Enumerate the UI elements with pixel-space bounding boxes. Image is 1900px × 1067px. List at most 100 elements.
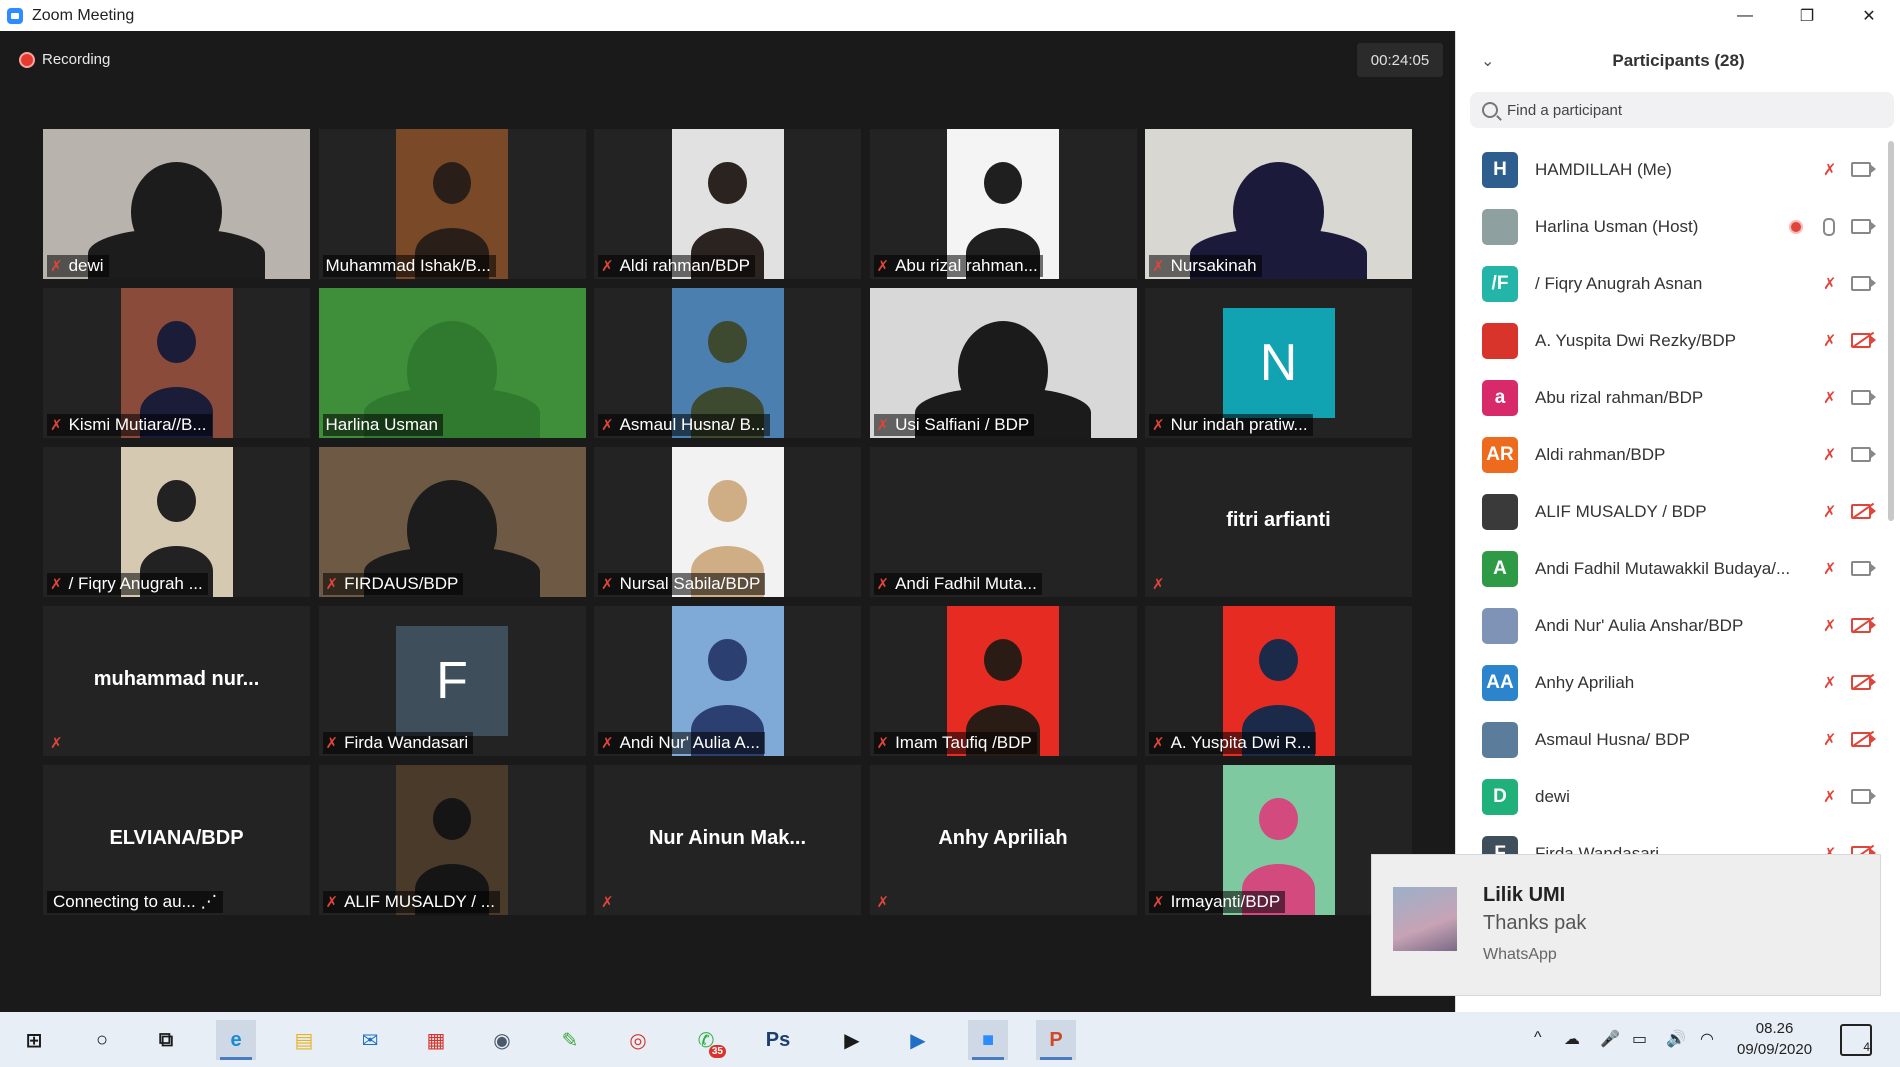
- participant-row-abu-rizal-rahman-bdp[interactable]: a Abu rizal rahman/BDP ✗: [1456, 369, 1886, 426]
- video-camera-icon[interactable]: [1851, 789, 1876, 804]
- participant-row-dewi[interactable]: Ddewi ✗: [1456, 768, 1886, 825]
- participant-row-asmaul-husna-bdp[interactable]: Asmaul Husna/ BDP ✗: [1456, 711, 1886, 768]
- video-tile-nur-indah-pratiw[interactable]: N ✗ Nur indah pratiw...: [1145, 288, 1412, 438]
- muted-mic-icon[interactable]: ✗: [1823, 673, 1836, 693]
- video-tile-kismi-mutiara-b[interactable]: ✗ Kismi Mutiara//B...: [43, 288, 310, 438]
- muted-mic-icon: ✗: [1152, 576, 1165, 593]
- file-explorer-icon[interactable]: ▤: [284, 1020, 324, 1060]
- video-tile-andi-fadhil-muta[interactable]: ✗ Andi Fadhil Muta...: [869, 447, 1137, 597]
- edge-icon[interactable]: e: [216, 1020, 256, 1060]
- gift-icon[interactable]: ▦: [416, 1020, 456, 1060]
- video-tile-dewi[interactable]: ✗ dewi: [43, 129, 310, 279]
- muted-mic-icon[interactable]: ✗: [1823, 160, 1836, 180]
- video-off-icon[interactable]: [1851, 675, 1876, 690]
- restore-button[interactable]: ❐: [1776, 0, 1838, 31]
- video-camera-icon[interactable]: [1851, 447, 1876, 462]
- video-camera-icon[interactable]: [1851, 162, 1876, 177]
- muted-mic-icon: ✗: [325, 735, 339, 752]
- participant-row-aldi-rahman-bdp[interactable]: AR Aldi rahman/BDP ✗: [1456, 426, 1886, 483]
- video-tile-fitri-arfianti[interactable]: fitri arfianti ✗: [1145, 447, 1412, 597]
- mic-icon[interactable]: [1823, 217, 1835, 236]
- muted-mic-icon[interactable]: ✗: [1823, 331, 1836, 351]
- participant-name-label: / Fiqry Anugrah ...: [68, 574, 203, 593]
- whatsapp-icon[interactable]: ✆ 35: [686, 1020, 726, 1060]
- participant-row-fiqry-anugrah-asnan[interactable]: /F / Fiqry Anugrah Asnan ✗: [1456, 255, 1886, 312]
- search-icon[interactable]: ○: [82, 1020, 122, 1060]
- participant-row-andi-fadhil-mutawakkil-budaya[interactable]: A Andi Fadhil Mutawakkil Budaya/... ✗: [1456, 540, 1886, 597]
- taskbar-clock[interactable]: 08.26 09/09/2020: [1737, 1018, 1812, 1060]
- video-tile-abu-rizal-rahman[interactable]: ✗ Abu rizal rahman...: [869, 129, 1137, 279]
- muted-mic-icon[interactable]: ✗: [1823, 388, 1836, 408]
- video-player-icon[interactable]: ▶: [898, 1020, 938, 1060]
- wifi-icon[interactable]: ◠: [1700, 1029, 1714, 1049]
- muted-mic-icon[interactable]: ✗: [1823, 274, 1836, 294]
- task-view-icon[interactable]: ⧉: [146, 1020, 186, 1060]
- video-tile-firdaus-bdp[interactable]: ✗ FIRDAUS/BDP: [318, 447, 586, 597]
- video-tile-usi-salfiani-bdp[interactable]: ✗ Usi Salfiani / BDP: [869, 288, 1137, 438]
- zoom-icon[interactable]: ■: [968, 1020, 1008, 1060]
- recording-indicator[interactable]: Recording: [19, 51, 110, 68]
- microphone-icon[interactable]: 🎤: [1600, 1029, 1620, 1049]
- participant-search-input[interactable]: Find a participant: [1470, 92, 1894, 128]
- muted-mic-icon[interactable]: ✗: [1823, 616, 1836, 636]
- photoshop-icon[interactable]: Ps: [758, 1020, 798, 1060]
- video-tile-alif-musaldy[interactable]: ✗ ALIF MUSALDY / ...: [318, 765, 586, 915]
- video-tile-firda-wandasari[interactable]: F ✗ Firda Wandasari: [318, 606, 586, 756]
- chrome-icon[interactable]: ◎: [618, 1020, 658, 1060]
- video-tile-imam-taufiq-bdp[interactable]: ✗ Imam Taufiq /BDP: [869, 606, 1137, 756]
- participant-name-label: Nursakinah: [1170, 256, 1257, 275]
- muted-mic-icon[interactable]: ✗: [1823, 730, 1836, 750]
- video-tile-a-yuspita-dwi-r[interactable]: ✗ A. Yuspita Dwi R...: [1145, 606, 1412, 756]
- video-tile-aldi-rahman-bdp[interactable]: ✗ Aldi rahman/BDP: [594, 129, 861, 279]
- video-tile-andi-nur-aulia-a[interactable]: ✗ Andi Nur' Aulia A...: [594, 606, 861, 756]
- participant-row-andi-nur-aulia-anshar-bdp[interactable]: Andi Nur' Aulia Anshar/BDP ✗: [1456, 597, 1886, 654]
- participant-row-anhy-apriliah[interactable]: AA Anhy Apriliah ✗: [1456, 654, 1886, 711]
- video-tile-harlina-usman[interactable]: Harlina Usman: [318, 288, 586, 438]
- volume-icon[interactable]: 🔊: [1666, 1029, 1686, 1049]
- video-camera-icon[interactable]: [1851, 219, 1876, 234]
- camera-icon[interactable]: ◉: [482, 1020, 522, 1060]
- tile-display-name: muhammad nur...: [93, 668, 260, 690]
- video-tile-elviana-bdp[interactable]: ELVIANA/BDP Connecting to au... ⋰: [43, 765, 310, 915]
- minimize-button[interactable]: —: [1714, 0, 1776, 31]
- video-off-icon[interactable]: [1851, 504, 1876, 519]
- action-center-icon[interactable]: 4: [1840, 1024, 1872, 1056]
- muted-mic-icon[interactable]: ✗: [1823, 787, 1836, 807]
- onedrive-icon[interactable]: ☁: [1564, 1029, 1580, 1049]
- coreldraw-icon[interactable]: ✎: [550, 1020, 590, 1060]
- name-badge: ✗ Andi Fadhil Muta...: [873, 573, 1042, 595]
- video-tile-anhy-apriliah[interactable]: Anhy Apriliah ✗: [869, 765, 1137, 915]
- participant-avatar: AA: [1482, 664, 1518, 701]
- participant-row-harlina-usman-host[interactable]: Harlina Usman (Host): [1456, 198, 1886, 255]
- video-tile-fiqry-anugrah[interactable]: ✗ / Fiqry Anugrah ...: [43, 447, 310, 597]
- video-tile-nursakinah[interactable]: ✗ Nursakinah: [1145, 129, 1412, 279]
- muted-mic-icon[interactable]: ✗: [1823, 502, 1836, 522]
- video-camera-icon[interactable]: [1851, 561, 1876, 576]
- participant-avatar: H: [1482, 151, 1518, 188]
- video-tile-muhammad-nur[interactable]: muhammad nur... ✗: [43, 606, 310, 756]
- powerpoint-icon[interactable]: P: [1036, 1020, 1076, 1060]
- close-button[interactable]: ✕: [1838, 0, 1900, 31]
- app-icon[interactable]: ▶: [832, 1020, 872, 1060]
- show-hidden-icons[interactable]: ^: [1534, 1029, 1542, 1047]
- video-tile-nursal-sabila-bdp[interactable]: ✗ Nursal Sabila/BDP: [594, 447, 861, 597]
- mail-icon[interactable]: ✉: [350, 1020, 390, 1060]
- video-camera-icon[interactable]: [1851, 390, 1876, 405]
- participant-row-hamdillah-me[interactable]: H HAMDILLAH (Me) ✗: [1456, 141, 1886, 198]
- participant-list-scrollbar[interactable]: [1888, 141, 1894, 521]
- participant-row-a-yuspita-dwi-rezky-bdp[interactable]: A. Yuspita Dwi Rezky/BDP ✗: [1456, 312, 1886, 369]
- muted-mic-icon: ✗: [1152, 894, 1165, 911]
- battery-icon[interactable]: ▭: [1632, 1029, 1647, 1049]
- video-tile-nur-ainun-mak[interactable]: Nur Ainun Mak... ✗: [594, 765, 861, 915]
- video-off-icon[interactable]: [1851, 732, 1876, 747]
- video-tile-asmaul-husna-b[interactable]: ✗ Asmaul Husna/ B...: [594, 288, 861, 438]
- video-off-icon[interactable]: [1851, 333, 1876, 348]
- participant-row-alif-musaldy-bdp[interactable]: ALIF MUSALDY / BDP ✗: [1456, 483, 1886, 540]
- video-off-icon[interactable]: [1851, 618, 1876, 633]
- whatsapp-notification[interactable]: Lilik UMI Thanks pak WhatsApp: [1371, 854, 1881, 996]
- video-camera-icon[interactable]: [1851, 276, 1876, 291]
- video-tile-muhammad-ishak-b[interactable]: Muhammad Ishak/B...: [318, 129, 586, 279]
- muted-mic-icon[interactable]: ✗: [1823, 559, 1836, 579]
- muted-mic-icon[interactable]: ✗: [1823, 445, 1836, 465]
- start-icon[interactable]: ⊞: [14, 1020, 54, 1060]
